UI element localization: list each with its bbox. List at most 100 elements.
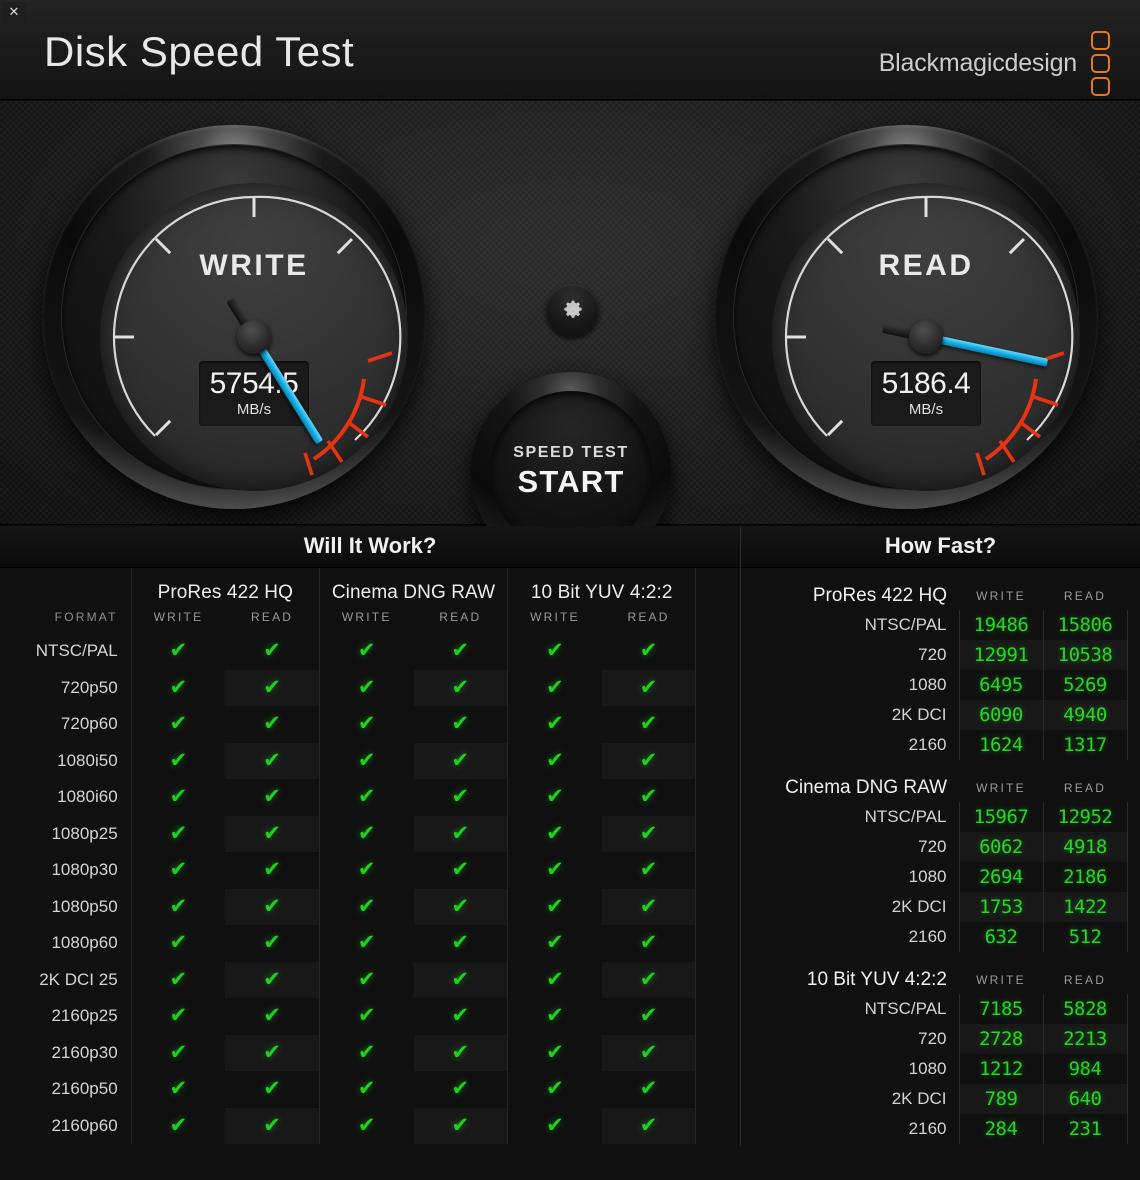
speed-value-write: 1753 [959, 892, 1043, 922]
format-label: 2160p50 [0, 1071, 131, 1108]
compatibility-cell: ✔ [225, 743, 319, 780]
speed-value-write: 6062 [959, 832, 1043, 862]
subheader-read-0: READ [225, 606, 319, 633]
checkmark-icon: ✔ [546, 786, 564, 807]
compatibility-cell: ✔ [131, 743, 225, 780]
checkmark-icon: ✔ [452, 896, 470, 917]
checkmark-icon: ✔ [640, 932, 658, 953]
write-gauge-hub [237, 320, 271, 354]
table-row: 1080p50✔✔✔✔✔✔ [0, 889, 740, 926]
subheader-write-2: WRITE [508, 606, 602, 633]
how-fast-table: 10 Bit YUV 4:2:2WRITEREADNTSC/PAL7185582… [741, 956, 1140, 1144]
speed-value-read: 640 [1043, 1084, 1127, 1114]
speed-value-write: 15967 [959, 802, 1043, 832]
table-row: NTSC/PAL1948615806 [741, 610, 1140, 640]
checkmark-icon: ✔ [546, 750, 564, 771]
checkmark-icon: ✔ [452, 1005, 470, 1026]
table-row: 720p60✔✔✔✔✔✔ [0, 706, 740, 743]
subheader-read-2: READ [602, 606, 696, 633]
compatibility-cell: ✔ [319, 962, 413, 999]
format-label: NTSC/PAL [741, 802, 959, 832]
checkmark-icon: ✔ [546, 640, 564, 661]
compatibility-cell: ✔ [414, 1108, 508, 1145]
checkmark-icon: ✔ [263, 969, 281, 990]
how-fast-table: ProRes 422 HQWRITEREADNTSC/PAL1948615806… [741, 572, 1140, 760]
compatibility-cell: ✔ [414, 743, 508, 780]
format-label: 1080p60 [0, 925, 131, 962]
table-row: 72060624918 [741, 832, 1140, 862]
compatibility-cell: ✔ [131, 1071, 225, 1108]
table-row: 108064955269 [741, 670, 1140, 700]
blackmagic-mark-icon [1091, 31, 1110, 96]
table-row: 2160p25✔✔✔✔✔✔ [0, 998, 740, 1035]
compatibility-cell: ✔ [602, 816, 696, 853]
compatibility-cell: ✔ [225, 779, 319, 816]
how-fast-subheader-write: WRITE [959, 956, 1043, 994]
checkmark-icon: ✔ [640, 969, 658, 990]
checkmark-icon: ✔ [358, 969, 376, 990]
speed-value-read: 5269 [1043, 670, 1127, 700]
compatibility-cell: ✔ [319, 889, 413, 926]
how-fast-codec-1: Cinema DNG RAW [741, 764, 959, 802]
speed-value-write: 789 [959, 1084, 1043, 1114]
table-row: 1080i60✔✔✔✔✔✔ [0, 779, 740, 816]
read-value-box: 5186.4 MB/s [871, 361, 981, 426]
read-gauge-hub [909, 320, 943, 354]
checkmark-icon: ✔ [640, 896, 658, 917]
compatibility-cell: ✔ [225, 998, 319, 1035]
checkmark-icon: ✔ [263, 640, 281, 661]
speed-value-read: 10538 [1043, 640, 1127, 670]
disk-speed-test-window: ✕ Disk Speed Test Blackmagicdesign [0, 0, 1140, 1180]
compatibility-cell: ✔ [225, 1108, 319, 1145]
speed-value-write: 1212 [959, 1054, 1043, 1084]
compatibility-cell: ✔ [508, 633, 602, 670]
format-label: 720p50 [0, 670, 131, 707]
will-it-work-title: Will It Work? [0, 526, 740, 568]
compatibility-cell: ✔ [602, 743, 696, 780]
compatibility-cell: ✔ [414, 1071, 508, 1108]
speed-value-read: 2213 [1043, 1024, 1127, 1054]
compatibility-cell: ✔ [319, 670, 413, 707]
codec-header-2: 10 Bit YUV 4:2:2 [508, 568, 696, 606]
checkmark-icon: ✔ [358, 896, 376, 917]
checkmark-icon: ✔ [263, 823, 281, 844]
how-fast-panel: How Fast? ProRes 422 HQWRITEREADNTSC/PAL… [741, 526, 1140, 1180]
gear-glyph-icon [561, 299, 585, 323]
brand-logo: Blackmagicdesign [879, 31, 1110, 96]
compatibility-cell: ✔ [131, 816, 225, 853]
speed-value-read: 15806 [1043, 610, 1127, 640]
compatibility-cell: ✔ [414, 816, 508, 853]
compatibility-cell: ✔ [508, 670, 602, 707]
format-label: 720 [741, 1024, 959, 1054]
checkmark-icon: ✔ [263, 1042, 281, 1063]
compatibility-cell: ✔ [225, 1035, 319, 1072]
how-fast-section-header: 10 Bit YUV 4:2:2WRITEREAD [741, 956, 1140, 994]
checkmark-icon: ✔ [358, 859, 376, 880]
checkmark-icon: ✔ [170, 1005, 188, 1026]
how-fast-title: How Fast? [741, 526, 1140, 568]
close-icon[interactable]: ✕ [2, 2, 26, 24]
speed-value-write: 1624 [959, 730, 1043, 760]
checkmark-icon: ✔ [263, 786, 281, 807]
checkmark-icon: ✔ [452, 1042, 470, 1063]
codec-header-1: Cinema DNG RAW [319, 568, 507, 606]
speed-value-write: 6090 [959, 700, 1043, 730]
speed-value-read: 1317 [1043, 730, 1127, 760]
gear-icon[interactable] [546, 284, 599, 337]
compatibility-cell: ✔ [602, 925, 696, 962]
table-row: 2160p60✔✔✔✔✔✔ [0, 1108, 740, 1145]
compatibility-cell: ✔ [508, 889, 602, 926]
compatibility-cell: ✔ [131, 998, 225, 1035]
speed-value-read: 512 [1043, 922, 1127, 952]
checkmark-icon: ✔ [263, 1115, 281, 1136]
compatibility-cell: ✔ [602, 852, 696, 889]
format-label: 720p60 [0, 706, 131, 743]
compatibility-cell: ✔ [602, 1035, 696, 1072]
checkmark-icon: ✔ [640, 1005, 658, 1026]
compatibility-cell: ✔ [131, 1035, 225, 1072]
format-label: 2160p60 [0, 1108, 131, 1145]
read-gauge-dial: READ 5186.4 MB/s [772, 183, 1080, 491]
checkmark-icon: ✔ [452, 1115, 470, 1136]
read-gauge-bezel: READ 5186.4 MB/s [734, 145, 1078, 489]
format-label: 2160 [741, 922, 959, 952]
